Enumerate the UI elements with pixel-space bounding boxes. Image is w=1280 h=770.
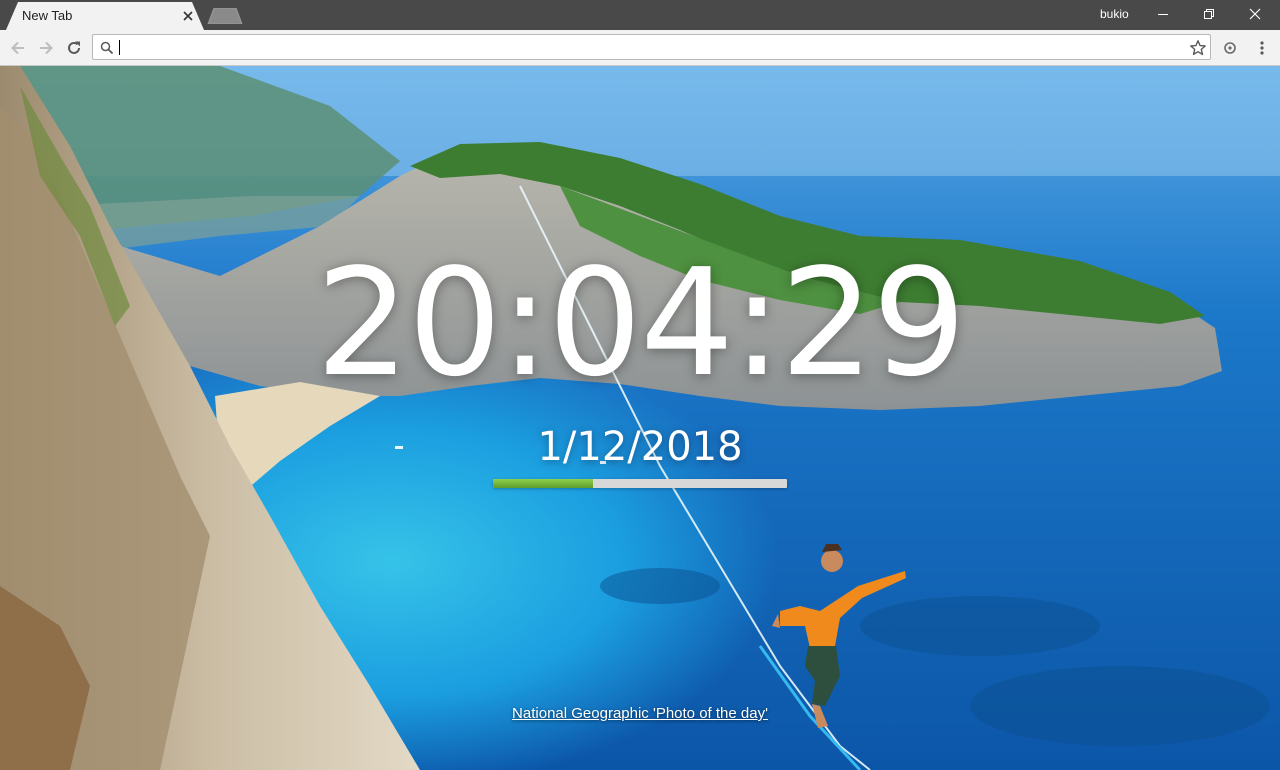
clock-date: 1/12/2018 [537, 424, 743, 470]
omnibox-input[interactable] [119, 37, 1179, 57]
day-progress-fill [493, 479, 593, 488]
profile-name[interactable]: bukio [1100, 7, 1129, 21]
extension-button[interactable] [1218, 36, 1242, 60]
extension-icon [1224, 42, 1236, 54]
restore-button[interactable] [1186, 0, 1232, 30]
reload-icon [68, 41, 80, 54]
new-tab-button[interactable] [206, 7, 244, 25]
back-button[interactable] [6, 36, 30, 60]
day-progress-bar [493, 479, 787, 488]
star-icon[interactable] [1189, 39, 1207, 57]
minimize-button[interactable] [1140, 0, 1186, 30]
arrow-left-icon [11, 41, 24, 55]
reload-button[interactable] [62, 36, 86, 60]
background-photo [0, 66, 1280, 770]
toolbar [0, 30, 1280, 66]
photo-credit-link[interactable]: National Geographic 'Photo of the day' [0, 705, 1280, 722]
menu-button[interactable] [1250, 36, 1274, 60]
arrow-right-icon [40, 41, 53, 55]
title-bar: New Tab bukio [0, 0, 1280, 30]
kebab-menu-icon [1260, 41, 1264, 55]
close-icon [1249, 8, 1261, 20]
minimize-icon [1158, 14, 1168, 15]
tab-new-tab[interactable]: New Tab [6, 2, 204, 30]
restore-icon [1204, 9, 1214, 19]
forward-button[interactable] [34, 36, 58, 60]
tab-title: New Tab [22, 8, 73, 23]
clock-time: 20:04:29 [315, 237, 967, 409]
tab-close-icon[interactable] [181, 9, 195, 23]
search-icon [100, 41, 114, 55]
omnibox[interactable] [92, 34, 1211, 60]
close-window-button[interactable] [1232, 0, 1278, 30]
landscape-illustration [0, 66, 1280, 770]
text-caret [119, 40, 120, 55]
